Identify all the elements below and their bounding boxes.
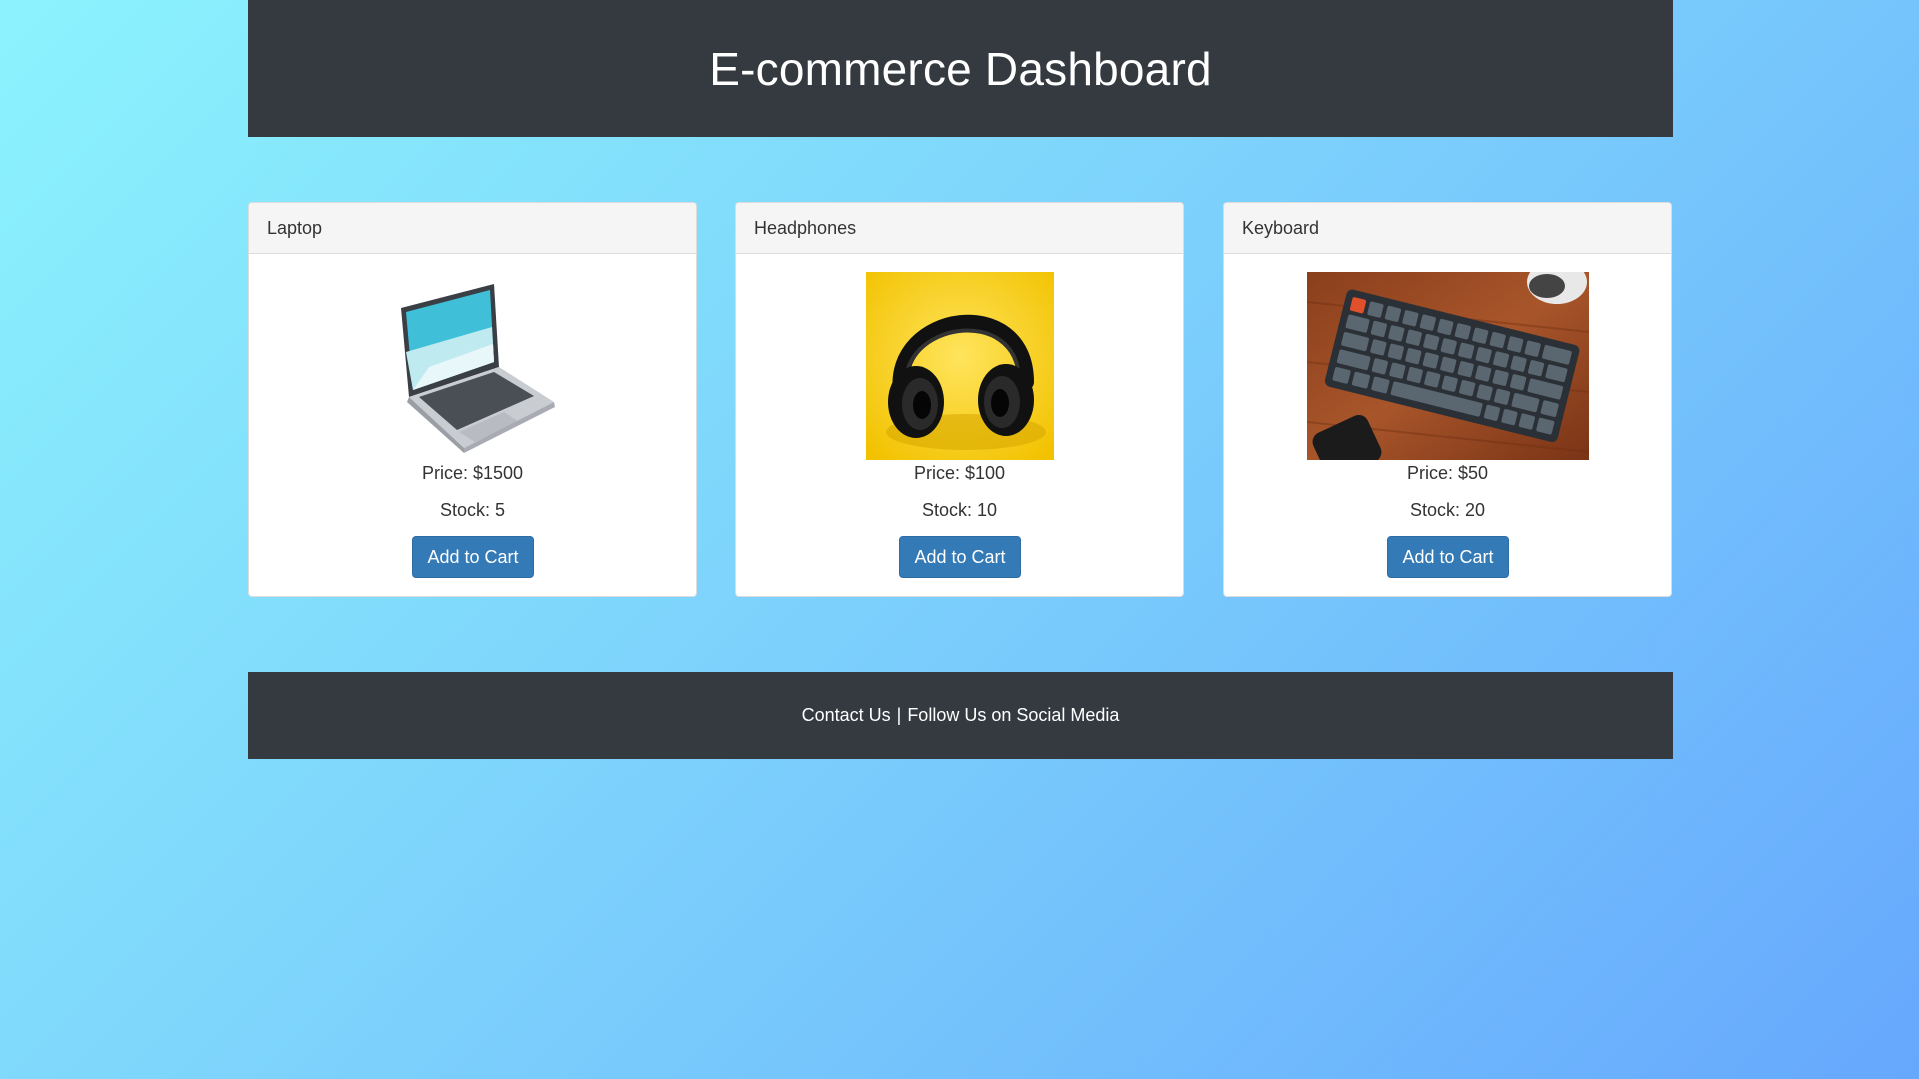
contact-us-link[interactable]: Contact Us <box>802 705 891 726</box>
page-footer: Contact Us | Follow Us on Social Media <box>248 672 1673 759</box>
product-price: Price: $50 <box>1406 463 1489 483</box>
product-card-keyboard: Keyboard Price: $50 Stock: 20 Add to Car… <box>1223 202 1672 597</box>
product-price: Price: $1500 <box>421 463 524 483</box>
product-price: Price: $100 <box>913 463 1006 483</box>
page-title: E-commerce Dashboard <box>709 42 1212 95</box>
product-card-laptop: Laptop Price: $1500 Stock: 5 Add to Cart <box>248 202 697 597</box>
product-stock: Stock: 5 <box>439 500 506 520</box>
add-to-cart-button[interactable]: Add to Cart <box>1387 536 1509 578</box>
product-stock: Stock: 10 <box>921 500 998 520</box>
laptop-image <box>389 272 559 460</box>
social-media-link[interactable]: Follow Us on Social Media <box>907 705 1119 726</box>
add-to-cart-button[interactable]: Add to Cart <box>899 536 1021 578</box>
product-name: Keyboard <box>1224 203 1671 254</box>
keyboard-image <box>1307 272 1589 460</box>
product-stock: Stock: 20 <box>1409 500 1486 520</box>
footer-separator: | <box>896 705 902 725</box>
page-header: E-commerce Dashboard <box>248 0 1673 137</box>
add-to-cart-button[interactable]: Add to Cart <box>412 536 534 578</box>
product-name: Headphones <box>736 203 1183 254</box>
product-name: Laptop <box>249 203 696 254</box>
headphones-image <box>866 272 1054 460</box>
product-card-headphones: Headphones Price: $100 Stock: 10 Add to … <box>735 202 1184 597</box>
